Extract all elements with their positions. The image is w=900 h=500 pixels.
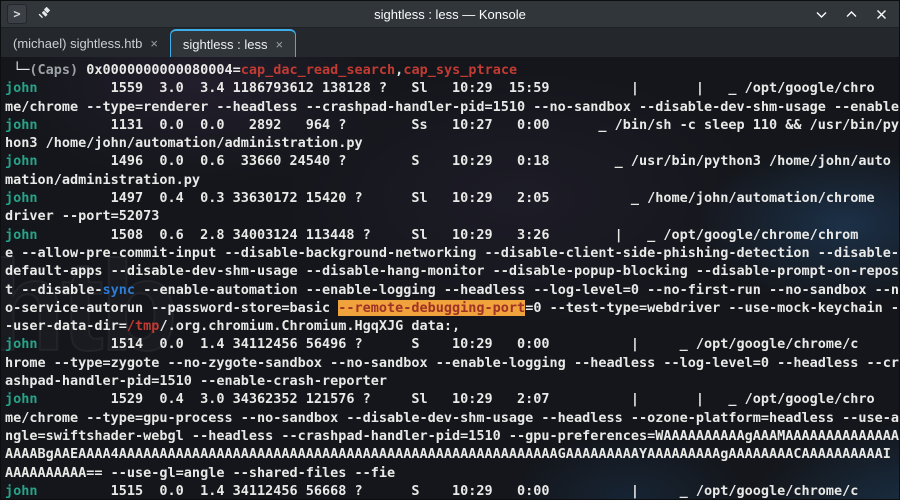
terminal-line: john 1131 0.0 0.0 2892 964 ? Ss 10:27 0:… <box>5 116 899 133</box>
terminal-viewport[interactable]: htb └─(Caps) 0x0000000000080004=cap_dac_… <box>1 57 899 499</box>
terminal-line: john 1497 0.4 0.3 33630172 15420 ? Sl 10… <box>5 190 875 207</box>
konsole-app-icon[interactable]: > <box>7 4 27 24</box>
terminal-line: mation/administration.py <box>5 171 201 188</box>
terminal-output: └─(Caps) 0x0000000000080004=cap_dac_read… <box>5 61 899 499</box>
terminal-line: john 1515 0.0 1.4 34112456 56668 ? S 10:… <box>5 482 859 499</box>
terminal-line: john 1559 3.0 3.4 1186793612 138128 ? Sl… <box>5 80 875 97</box>
tab-close-icon[interactable]: × <box>275 38 283 51</box>
terminal-line: default-apps --disable-dev-shm-usage --d… <box>5 263 899 280</box>
tab-bar: (michael) sightless.htb × sightless : le… <box>1 28 899 57</box>
terminal-line: john 1496 0.0 0.6 33660 24540 ? S 10:29 … <box>5 153 891 170</box>
terminal-line: t --disable-sync --enable-automation --e… <box>5 281 899 298</box>
terminal-line: e --allow-pre-commit-input --disable-bac… <box>5 244 899 261</box>
terminal-line: john 1529 0.4 3.0 34362352 121576 ? Sl 1… <box>5 391 875 408</box>
tab-michael-sightless[interactable]: (michael) sightless.htb × <box>1 29 170 57</box>
tab-label: (michael) sightless.htb <box>13 35 143 51</box>
terminal-line: ashpad-handler-pid=1510 --enable-crash-r… <box>5 373 388 390</box>
terminal-line: AAAAAAAAAA== --use-gl=angle --shared-fil… <box>5 464 396 481</box>
terminal-line: └─(Caps) 0x0000000000080004=cap_dac_read… <box>5 62 518 78</box>
terminal-line: john 1508 0.6 2.8 34003124 113448 ? Sl 1… <box>5 226 859 243</box>
terminal-line: hon3 /home/john/automation/administratio… <box>5 135 363 152</box>
terminal-line: me/chrome --type=gpu-process --no-sandbo… <box>5 409 899 426</box>
window-title: sightless : less — Konsole <box>374 6 526 22</box>
konsole-window: > sightless : less — Konsole (michael) s… <box>0 0 900 500</box>
tab-label: sightless : less <box>182 36 268 52</box>
terminal-line: o-service-autorun --password-store=basic… <box>5 299 899 316</box>
terminal-line: -user-data-dir=/tmp/.org.chromium.Chromi… <box>5 318 461 335</box>
terminal-line: AAAABgAAEAAAA4AAAAAAAAAAAAAAAAAAAAAAAAAA… <box>5 446 891 463</box>
maximize-icon[interactable] <box>843 6 859 22</box>
terminal-line: hrome --type=zygote --no-zygote-sandbox … <box>5 354 899 371</box>
pin-icon[interactable] <box>36 6 52 22</box>
terminal-line: john 1514 0.0 1.4 34112456 56496 ? S 10:… <box>5 336 859 353</box>
tab-close-icon[interactable]: × <box>150 37 158 50</box>
terminal-line: driver --port=52073 <box>5 208 160 225</box>
terminal-line: ngle=swiftshader-webgl --headless --cras… <box>5 427 899 444</box>
titlebar[interactable]: > sightless : less — Konsole <box>1 1 899 28</box>
minimize-icon[interactable] <box>813 6 829 22</box>
terminal-line: me/chrome --type=renderer --headless --c… <box>5 98 899 115</box>
tab-sightless-less[interactable]: sightless : less × <box>169 29 297 57</box>
close-icon[interactable] <box>873 6 889 22</box>
